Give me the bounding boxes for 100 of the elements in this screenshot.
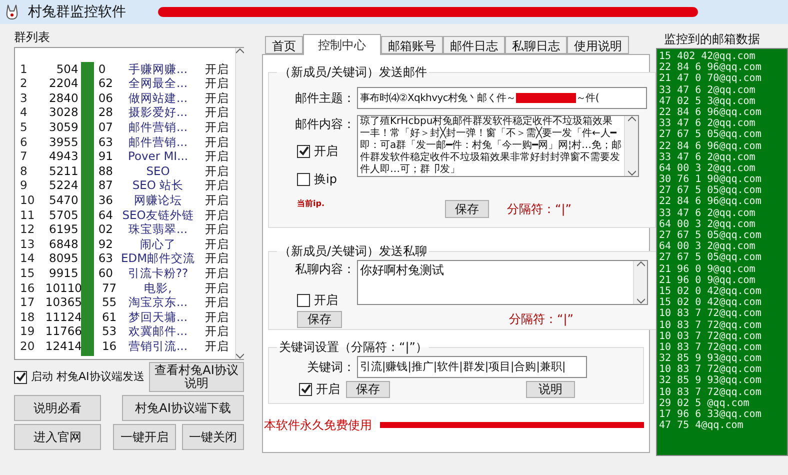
email-entry: 33 47 6 2@qq.com bbox=[659, 208, 756, 219]
group-status: 开启 bbox=[204, 264, 230, 282]
button[interactable]: 保存 bbox=[297, 310, 342, 328]
group-name: 闹心了 bbox=[139, 236, 177, 252]
button[interactable]: 进入官网 bbox=[14, 424, 101, 450]
field-label: 私聊内容： bbox=[295, 261, 355, 278]
email-entry: 33 47 6 2@qq.com bbox=[659, 84, 756, 96]
group-name: 珠宝翡翠... bbox=[128, 221, 188, 238]
email-entry: 29 02 5 @qq.com bbox=[659, 398, 750, 409]
check-icon bbox=[298, 146, 308, 156]
ip-note: 当前ip. bbox=[297, 198, 326, 210]
email-entry: 47 75 4@qq.com bbox=[659, 420, 744, 432]
separator-note: 分隔符：“|” bbox=[507, 201, 572, 218]
group-status: 开启 bbox=[204, 338, 230, 355]
email-entry: 32 85 9 93@qq.com bbox=[659, 375, 762, 387]
group-status: 开启 bbox=[204, 323, 230, 340]
rabbit-icon bbox=[4, 4, 20, 20]
email-entry: 64 00 3 2@qq.com bbox=[659, 241, 756, 252]
tab[interactable]: 私聊日志 bbox=[505, 36, 567, 54]
button[interactable]: 保存 bbox=[346, 380, 390, 398]
tab[interactable]: 使用说明 bbox=[567, 36, 629, 54]
email-entry: 64 00 3 2@qq.com bbox=[659, 218, 756, 230]
row-number: 6 bbox=[19, 134, 28, 151]
button[interactable]: 查看村兔AI协议说明 bbox=[149, 362, 244, 392]
group-status: 开启 bbox=[204, 148, 230, 166]
email-entry: 17 96 6 33@qq.com bbox=[659, 409, 762, 420]
group-status: 开启 bbox=[204, 134, 230, 150]
group-status: 开启 bbox=[204, 221, 230, 238]
group-status: 开启 bbox=[204, 60, 230, 78]
tab[interactable]: 首页 bbox=[265, 36, 303, 54]
email-entry: 22 84 6 96@qq.com bbox=[659, 140, 762, 152]
group-id: 3955 63 bbox=[49, 134, 113, 151]
checkbox-label: 开启 bbox=[314, 292, 338, 309]
group-title: （新成员/关键词）发送邮件 bbox=[278, 64, 428, 81]
group-status: 开启 bbox=[204, 75, 230, 92]
tab[interactable]: 邮箱账号 bbox=[381, 36, 443, 54]
group-name: Pover MI... bbox=[126, 148, 190, 166]
window-title: 村兔群监控软件 bbox=[28, 2, 126, 22]
email-entry: 22 84 6 96@qq.com bbox=[659, 62, 762, 74]
checkbox[interactable] bbox=[299, 382, 312, 396]
redaction-mark bbox=[516, 93, 576, 103]
row-number: 15 bbox=[19, 264, 36, 282]
row-number: 7 bbox=[19, 148, 28, 166]
group-name: SEO友链外链 bbox=[121, 206, 195, 223]
row-number: 14 bbox=[19, 250, 36, 268]
email-entry: 22 84 6 96@qq.com bbox=[659, 196, 762, 208]
button[interactable]: 一键关闭 bbox=[182, 424, 244, 450]
email-entry: 10 83 7 72@qq.com bbox=[659, 320, 762, 330]
button[interactable]: 说明必看 bbox=[14, 395, 101, 421]
button[interactable]: 保存 bbox=[445, 200, 489, 218]
row-number: 13 bbox=[19, 236, 36, 253]
group-name: 梦回天墉... bbox=[128, 308, 188, 326]
group-id: 11766 53 bbox=[45, 323, 117, 340]
email-entry: 27 67 5 05@qq.com bbox=[659, 129, 762, 140]
group-status: 开启 bbox=[204, 236, 230, 252]
button[interactable]: 村兔AI协议端下载 bbox=[122, 395, 244, 421]
email-entry: 15 02 0 42@qq.com bbox=[659, 297, 762, 308]
email-entry: 27 67 5 05@qq.com bbox=[659, 252, 762, 264]
checkbox[interactable] bbox=[297, 294, 310, 306]
email-entry: 10 83 7 72@qq.com bbox=[659, 308, 762, 320]
group-status: 开启 bbox=[204, 308, 230, 326]
email-entry: 47 02 5 3@qq.com bbox=[659, 96, 756, 107]
separator-note: 分隔符：“|” bbox=[509, 311, 574, 328]
group-name: SEO 站长 bbox=[131, 177, 185, 194]
checkbox-label: 开启 bbox=[314, 143, 338, 160]
row-number: 5 bbox=[19, 119, 28, 136]
group-status: 开启 bbox=[204, 192, 230, 210]
checkbox[interactable] bbox=[14, 370, 27, 384]
tab[interactable]: 邮件日志 bbox=[443, 36, 505, 54]
checkbox[interactable] bbox=[297, 172, 310, 186]
group-id: 10365 55 bbox=[45, 294, 117, 312]
row-number: 1 bbox=[19, 60, 28, 78]
group-title: （新成员/关键词）发送私聊 bbox=[278, 243, 428, 260]
email-entry: 21 96 0 9@qq.com bbox=[659, 264, 756, 275]
group-id: 5470 36 bbox=[49, 192, 113, 210]
group-id: 5705 64 bbox=[49, 206, 113, 224]
email-entry: 21 96 0 9@qq.com bbox=[659, 274, 756, 286]
group-id: 11124 61 bbox=[45, 308, 117, 326]
group-status: 开启 bbox=[204, 119, 230, 136]
field-label: 邮件主题： bbox=[294, 90, 356, 107]
group-status: 开启 bbox=[204, 90, 230, 106]
row-number: 11 bbox=[19, 206, 36, 224]
group-id: 6848 92 bbox=[49, 236, 113, 253]
subject-field[interactable]: 事布时⑷②Xqkhvyc村兔丶邮く件～ ～件( bbox=[357, 87, 647, 109]
checkbox-label: 开启 bbox=[316, 381, 340, 398]
email-entry: 21 47 0 70@qq.com bbox=[659, 73, 762, 85]
keyword-field[interactable]: 引流|赚钱|推广|软件|群发|项目|合购|兼职| bbox=[357, 356, 587, 378]
row-number: 8 bbox=[19, 162, 28, 180]
checkbox[interactable] bbox=[297, 144, 310, 158]
button[interactable]: 一键开启 bbox=[113, 424, 176, 450]
row-number: 3 bbox=[19, 90, 28, 107]
row-number: 12 bbox=[19, 221, 36, 238]
tab[interactable]: 控制中心 bbox=[303, 34, 381, 55]
email-entry: 10 03 7 72@qq.com bbox=[659, 330, 762, 342]
group-id: 6195 02 bbox=[49, 221, 113, 238]
chat-field[interactable]: 你好啊村兔测试 bbox=[357, 260, 648, 305]
button[interactable]: 说明 bbox=[526, 380, 575, 398]
check-icon bbox=[300, 384, 310, 394]
email-entry: 64 00 3 2@qq.com bbox=[659, 162, 756, 174]
checkbox-label: 启动 村兔AI协议端发送 bbox=[31, 368, 144, 385]
